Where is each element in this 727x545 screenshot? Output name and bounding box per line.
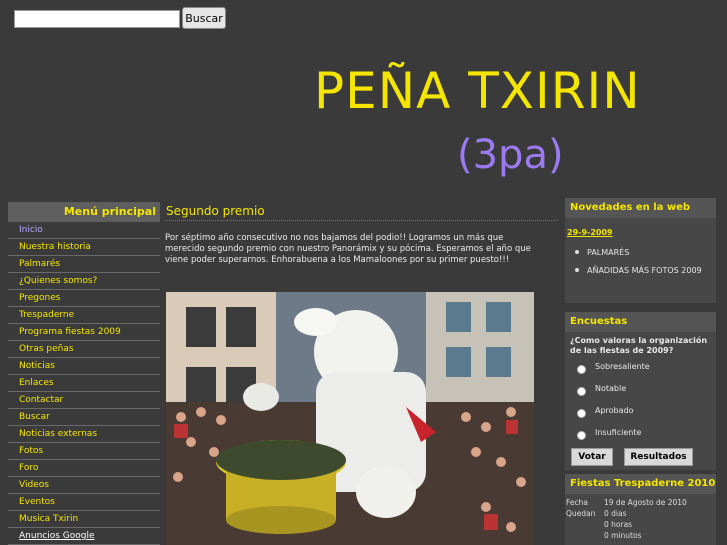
menu-item-enlaces[interactable]: Enlaces xyxy=(8,375,160,392)
fecha-label: Fecha xyxy=(566,498,588,507)
menu-item-fotos[interactable]: Fotos xyxy=(8,443,160,460)
bullet-icon xyxy=(575,250,579,254)
site-subtitle: (3pa) xyxy=(457,132,564,178)
radio-button[interactable] xyxy=(577,365,586,374)
menu-item-noticias-externas[interactable]: Noticias externas xyxy=(8,426,160,443)
menu-item-anuncios-google[interactable]: Anuncios Google xyxy=(8,528,160,545)
quedan-label: Quedan xyxy=(566,509,596,518)
search-button[interactable]: Buscar xyxy=(182,7,226,29)
menu-item-videos[interactable]: Videos xyxy=(8,477,160,494)
main-menu: Menú principal Inicio Nuestra historia P… xyxy=(8,202,160,545)
site-title: PEÑA TXIRIN xyxy=(314,62,641,120)
poll-question: ¿Como valoras la organización de las fie… xyxy=(570,336,708,355)
menu-item-programa-fiestas[interactable]: Programa fiestas 2009 xyxy=(8,324,160,341)
poll-title: Encuestas xyxy=(565,312,716,332)
news-box: Novedades en la web 29-9-2009 PALMARÉS A… xyxy=(565,198,716,303)
news-date-link[interactable]: 29-9-2009 xyxy=(567,228,613,237)
fiestas-title: Fiestas Trespaderne 2010 xyxy=(565,474,716,494)
poll-option-label: Insuficiente xyxy=(595,428,642,437)
poll-option-label: Aprobado xyxy=(595,406,634,415)
menu-item-nuestra-historia[interactable]: Nuestra historia xyxy=(8,239,160,256)
menu-item-trespaderne[interactable]: Trespaderne xyxy=(8,307,160,324)
news-item-label: AÑADIDAS MÁS FOTOS 2009 xyxy=(587,266,702,275)
news-item[interactable]: PALMARÉS xyxy=(575,247,707,258)
countdown-hours: 0 horas xyxy=(604,520,633,529)
results-button[interactable]: Resultados xyxy=(624,448,693,466)
news-item-label: PALMARÉS xyxy=(587,248,630,257)
menu-item-quienes-somos[interactable]: ¿Quienes somos? xyxy=(8,273,160,290)
bullet-icon xyxy=(575,268,579,272)
countdown-days: 0 dias xyxy=(604,509,627,518)
fiestas-countdown-box: Fiestas Trespaderne 2010 Fecha 19 de Ago… xyxy=(565,474,716,545)
menu-item-contactar[interactable]: Contactar xyxy=(8,392,160,409)
radio-button[interactable] xyxy=(577,387,586,396)
menu-item-noticias[interactable]: Noticias xyxy=(8,358,160,375)
radio-button[interactable] xyxy=(577,431,586,440)
menu-item-inicio[interactable]: Inicio xyxy=(8,222,160,239)
radio-button[interactable] xyxy=(577,409,586,418)
menu-item-pregones[interactable]: Pregones xyxy=(8,290,160,307)
menu-title: Menú principal xyxy=(8,202,160,222)
main-content: Segundo premio Por séptimo año consecuti… xyxy=(165,202,558,545)
post-title[interactable]: Segundo premio xyxy=(165,202,558,221)
news-title: Novedades en la web xyxy=(565,198,716,218)
post-body: Por séptimo año consecutivo no nos bajam… xyxy=(165,233,531,265)
menu-item-musica-txirin[interactable]: Musica Txirin xyxy=(8,511,160,528)
poll-option-label: Sobresaliente xyxy=(595,362,650,371)
fecha-value: 19 de Agosto de 2010 xyxy=(604,498,687,507)
menu-item-foro[interactable]: Foro xyxy=(8,460,160,477)
search-input[interactable] xyxy=(14,10,180,28)
poll-box: Encuestas ¿Como valoras la organización … xyxy=(565,312,716,470)
menu-item-buscar[interactable]: Buscar xyxy=(8,409,160,426)
parade-float-photo xyxy=(166,292,534,545)
menu-item-otras-penas[interactable]: Otras peñas xyxy=(8,341,160,358)
poll-option-label: Notable xyxy=(595,384,627,393)
menu-item-eventos[interactable]: Eventos xyxy=(8,494,160,511)
header: Buscar PEÑA TXIRIN (3pa) xyxy=(0,0,727,195)
vote-button[interactable]: Votar xyxy=(571,448,613,466)
menu-item-palmares[interactable]: Palmarés xyxy=(8,256,160,273)
post-photo[interactable] xyxy=(166,292,534,545)
news-item[interactable]: AÑADIDAS MÁS FOTOS 2009 xyxy=(575,265,707,276)
countdown-minutes: 0 minutos xyxy=(604,531,642,540)
